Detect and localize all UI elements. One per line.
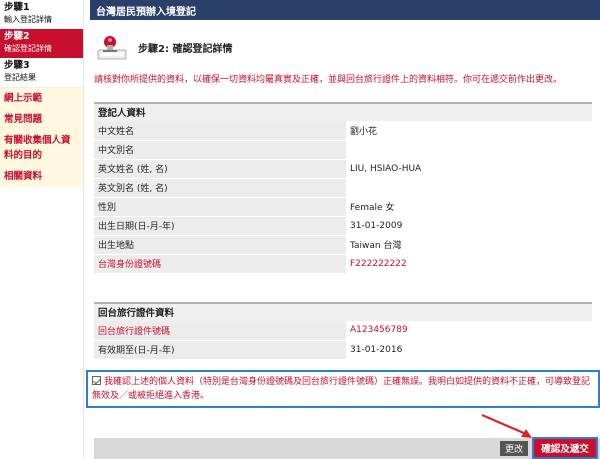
step-heading-title: 步驟2: 確認登記詳情: [138, 43, 233, 55]
row-label: 有效期至(日-月-年): [94, 340, 346, 360]
row-value: [346, 140, 592, 160]
row-value: A123456789: [346, 321, 592, 341]
link-faq[interactable]: 常見問題: [0, 109, 83, 130]
travel-doc-table: 回台旅行證件號碼 A123456789 有效期至(日-月-年) 31-01-2016: [94, 321, 592, 360]
registrant-table: 中文姓名 劉小花 中文別名 英文姓名 (姓, 名) LIU, HSIAO-HUA 英…: [94, 121, 592, 274]
table-row: 回台旅行證件號碼 A123456789: [94, 321, 592, 341]
registrant-section: 登記人資料 中文姓名 劉小花 中文別名 英文姓名 (姓, 名) LIU, HSIAO…: [94, 102, 592, 274]
instruction-text: 請核對你所提供的資料，以確保一切資料均屬真實及正確，並與回台旅行證件上的資料相符…: [94, 75, 563, 85]
sidebar-links: 網上示範 常見問題 有關收集個人資料的目的 相關資料: [0, 87, 83, 187]
step-heading: 步驟2: 確認登記詳情: [96, 30, 232, 64]
row-label: 出生地點: [94, 235, 346, 255]
sidebar-step-3: 步驟3 登記結果: [0, 58, 83, 87]
table-row: 中文姓名 劉小花: [94, 121, 592, 141]
confirmation-box: 我確認上述的個人資料（特別是台灣身份證號碼及回台旅行證件號碼）正確無誤。我明白如…: [86, 370, 600, 408]
section-heading: 登記人資料: [94, 102, 592, 121]
row-value: 劉小花: [346, 121, 592, 141]
step-subtitle: 登記結果: [4, 73, 36, 82]
row-value: Taiwan 台灣: [346, 235, 592, 255]
link-related-info[interactable]: 相關資料: [0, 166, 83, 187]
stamp-icon: [96, 32, 130, 62]
row-label: 台灣身份證號碼: [94, 254, 346, 274]
row-label: 英文別名 (姓, 名): [94, 178, 346, 198]
table-row: 中文別名: [94, 140, 592, 160]
table-row: 英文別名 (姓, 名): [94, 178, 592, 198]
sidebar-step-1: 步驟1 輸入登記詳情: [0, 0, 83, 29]
row-value: LIU, HSIAO-HUA: [346, 159, 592, 179]
row-value: 31-01-2016: [346, 340, 592, 360]
row-label: 中文別名: [94, 140, 346, 160]
sidebar-step-2: 步驟2 確認登記詳情: [0, 29, 83, 58]
edit-button[interactable]: 更改: [500, 441, 528, 456]
step-title: 步驟1: [4, 2, 30, 13]
section-heading: 回台旅行證件資料: [94, 302, 592, 321]
confirm-checkbox[interactable]: [92, 376, 101, 385]
row-value: [346, 178, 592, 198]
row-label: 英文姓名 (姓, 名): [94, 159, 346, 179]
table-row: 英文姓名 (姓, 名) LIU, HSIAO-HUA: [94, 159, 592, 179]
row-label: 出生日期(日-月-年): [94, 216, 346, 236]
table-row: 台灣身份證號碼 F222222222: [94, 254, 592, 274]
sidebar: 步驟1 輸入登記詳情 步驟2 確認登記詳情 步驟3 登記結果 網上示範 常見問題…: [0, 0, 84, 459]
row-value: 31-01-2009: [346, 216, 592, 236]
step-title: 步驟3: [4, 60, 30, 71]
table-row: 有效期至(日-月-年) 31-01-2016: [94, 340, 592, 360]
row-label: 回台旅行證件號碼: [94, 321, 346, 341]
row-value: F222222222: [346, 254, 592, 274]
step-subtitle: 確認登記詳情: [4, 44, 52, 53]
link-data-collection-purpose[interactable]: 有關收集個人資料的目的: [0, 130, 83, 166]
table-row: 出生日期(日-月-年) 31-01-2009: [94, 216, 592, 236]
row-label: 性別: [94, 197, 346, 217]
table-row: 性別 Female 女: [94, 197, 592, 217]
table-row: 出生地點 Taiwan 台灣: [94, 235, 592, 255]
row-label: 中文姓名: [94, 121, 346, 141]
step-title: 步驟2: [4, 31, 30, 42]
link-online-demo[interactable]: 網上示範: [0, 88, 83, 109]
confirm-submit-button[interactable]: 確認及遞交: [532, 437, 598, 459]
travel-doc-section: 回台旅行證件資料 回台旅行證件號碼 A123456789 有效期至(日-月-年) 3…: [94, 302, 592, 360]
confirmation-text: 我確認上述的個人資料（特別是台灣身份證號碼及回台旅行證件號碼）正確無誤。我明白如…: [92, 377, 591, 401]
row-value: Female 女: [346, 197, 592, 217]
step-subtitle: 輸入登記詳情: [4, 15, 52, 24]
page-title: 台灣居民預辦入境登記: [90, 0, 600, 20]
